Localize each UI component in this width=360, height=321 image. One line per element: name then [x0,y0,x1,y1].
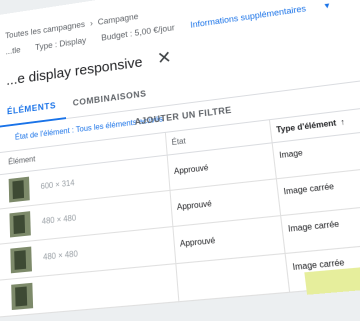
asset-thumbnail [10,246,32,274]
asset-state: Approuvé [176,198,213,212]
asset-dimensions: 600 × 314 [40,178,75,192]
chevron-down-icon: ▼ [322,1,332,11]
asset-thumbnail [9,211,31,238]
column-divider [284,253,291,292]
campaign-type: Type : Display [34,35,87,52]
column-divider [166,155,171,190]
campaign-location: ...tle [5,45,21,57]
asset-state: Approuvé [173,163,209,177]
close-icon[interactable]: ✕ [156,47,172,69]
add-filter-button[interactable]: AJOUTER UN FILTRE [134,105,232,127]
column-divider [271,143,277,179]
column-divider [172,227,177,264]
asset-type: Image carrée [287,219,340,234]
column-divider [175,264,180,302]
column-header-type[interactable]: Type d'élément ↑ [276,117,345,134]
asset-thumbnail [11,282,34,311]
tab-elements[interactable]: ÉLÉMENTS [7,101,56,117]
breadcrumb-separator-icon: › [89,18,93,28]
asset-dimensions: 480 × 480 [42,249,79,262]
sort-ascending-icon: ↑ [339,117,346,127]
column-header-state[interactable]: État [171,136,186,147]
asset-thumbnail [8,176,30,203]
tab-combinations[interactable]: COMBINAISONS [73,89,147,108]
column-divider [169,190,174,227]
asset-state: Approuvé [179,235,216,249]
campaign-budget: Budget : 5,00 €/jour [101,22,176,43]
ad-assets-panel: Toutes les campagnes › Campagne ...tle T… [0,0,360,318]
column-header-element[interactable]: Élément [8,155,35,167]
column-divider [164,132,168,155]
column-header-type-label: Type d'élément [275,118,337,135]
asset-type: Image carrée [283,181,335,197]
asset-type: Image [278,148,304,161]
column-divider [275,179,282,216]
breadcrumb-campaign[interactable]: Campagne [98,12,139,27]
column-divider [280,216,286,253]
column-divider [268,120,273,143]
asset-dimensions: 480 × 480 [41,213,77,227]
